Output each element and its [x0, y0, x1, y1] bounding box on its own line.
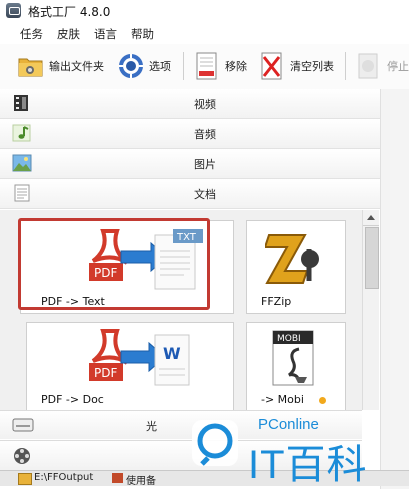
- menu-help[interactable]: 帮助: [131, 26, 154, 42]
- scroll-up-arrow-icon[interactable]: [363, 210, 379, 226]
- menu-language[interactable]: 语言: [94, 26, 117, 42]
- side-panel-edge: [380, 89, 409, 489]
- tile-to-mobi[interactable]: MOBI -> Mobi: [246, 322, 346, 412]
- clear-list-icon: [259, 52, 285, 80]
- category-audio[interactable]: 音频: [0, 119, 380, 149]
- options-gear-icon: [118, 52, 144, 80]
- tile-ffzip[interactable]: FFZip: [246, 220, 346, 314]
- remove-button[interactable]: 移除: [194, 51, 247, 81]
- taskbar-folder-icon: [18, 473, 32, 485]
- scroll-thumb[interactable]: [365, 227, 379, 289]
- pconline-logo: [190, 418, 240, 468]
- ffzip-icon: [263, 229, 325, 294]
- disc-drive-icon: [12, 416, 34, 437]
- watermark-brand: PConline: [258, 416, 319, 433]
- taskbar-app-icon: [112, 473, 123, 483]
- watermark-name: IT百科: [248, 443, 368, 487]
- category-picture-label: 图片: [194, 158, 216, 171]
- pdf-to-doc-icon: PDF W: [85, 329, 195, 394]
- clear-list-label: 清空列表: [290, 60, 334, 73]
- tools-reel-icon: [12, 446, 32, 469]
- remove-doc-icon: [194, 52, 220, 80]
- selected-tile-frame: [18, 218, 210, 310]
- category-picture[interactable]: 图片: [0, 149, 380, 179]
- tools-scrollbar[interactable]: [362, 210, 379, 410]
- mobi-icon: MOBI: [269, 329, 321, 392]
- output-folder-label: 输出文件夹: [49, 60, 104, 73]
- category-disc-label: 光: [146, 420, 157, 433]
- category-video-label: 视频: [194, 98, 216, 111]
- category-document[interactable]: 文档: [0, 179, 380, 209]
- title-bar: 格式工厂 4.8.0: [0, 0, 409, 23]
- svg-text:W: W: [163, 344, 181, 363]
- app-icon: [6, 3, 21, 18]
- menu-bar: 任务 皮肤 语言 帮助: [0, 22, 409, 44]
- output-folder-button[interactable]: 输出文件夹: [18, 51, 104, 81]
- stop-button[interactable]: 停止: [356, 51, 409, 81]
- svg-text:PDF: PDF: [94, 366, 117, 380]
- clear-list-button[interactable]: 清空列表: [259, 51, 334, 81]
- status-dot: [319, 397, 326, 404]
- svg-text:MOBI: MOBI: [277, 334, 301, 344]
- stop-icon: [356, 52, 382, 80]
- toolbar-separator: [345, 52, 346, 80]
- category-document-label: 文档: [194, 188, 216, 201]
- stop-label: 停止: [387, 60, 409, 73]
- menu-task[interactable]: 任务: [20, 26, 43, 42]
- options-button[interactable]: 选项: [118, 51, 171, 81]
- tile-pdf-to-doc[interactable]: PDF W PDF -> Doc: [26, 322, 234, 412]
- folder-icon: [18, 52, 44, 80]
- tile-to-mobi-label: -> Mobi: [261, 393, 304, 406]
- category-list: 视频 音频 图片 文档: [0, 89, 380, 210]
- remove-label: 移除: [225, 60, 247, 73]
- window-title: 格式工厂 4.8.0: [28, 5, 111, 19]
- taskbar-item-output[interactable]: E:\FFOutput: [34, 472, 93, 483]
- category-audio-label: 音频: [194, 128, 216, 141]
- toolbar: 输出文件夹 选项 移除 清空列表 停止: [0, 44, 409, 90]
- tile-ffzip-label: FFZip: [261, 295, 292, 308]
- options-label: 选项: [149, 60, 171, 73]
- tile-pdf-to-doc-label: PDF -> Doc: [41, 393, 104, 406]
- toolbar-separator: [183, 52, 184, 80]
- category-video[interactable]: 视频: [0, 89, 380, 119]
- menu-skin[interactable]: 皮肤: [57, 26, 80, 42]
